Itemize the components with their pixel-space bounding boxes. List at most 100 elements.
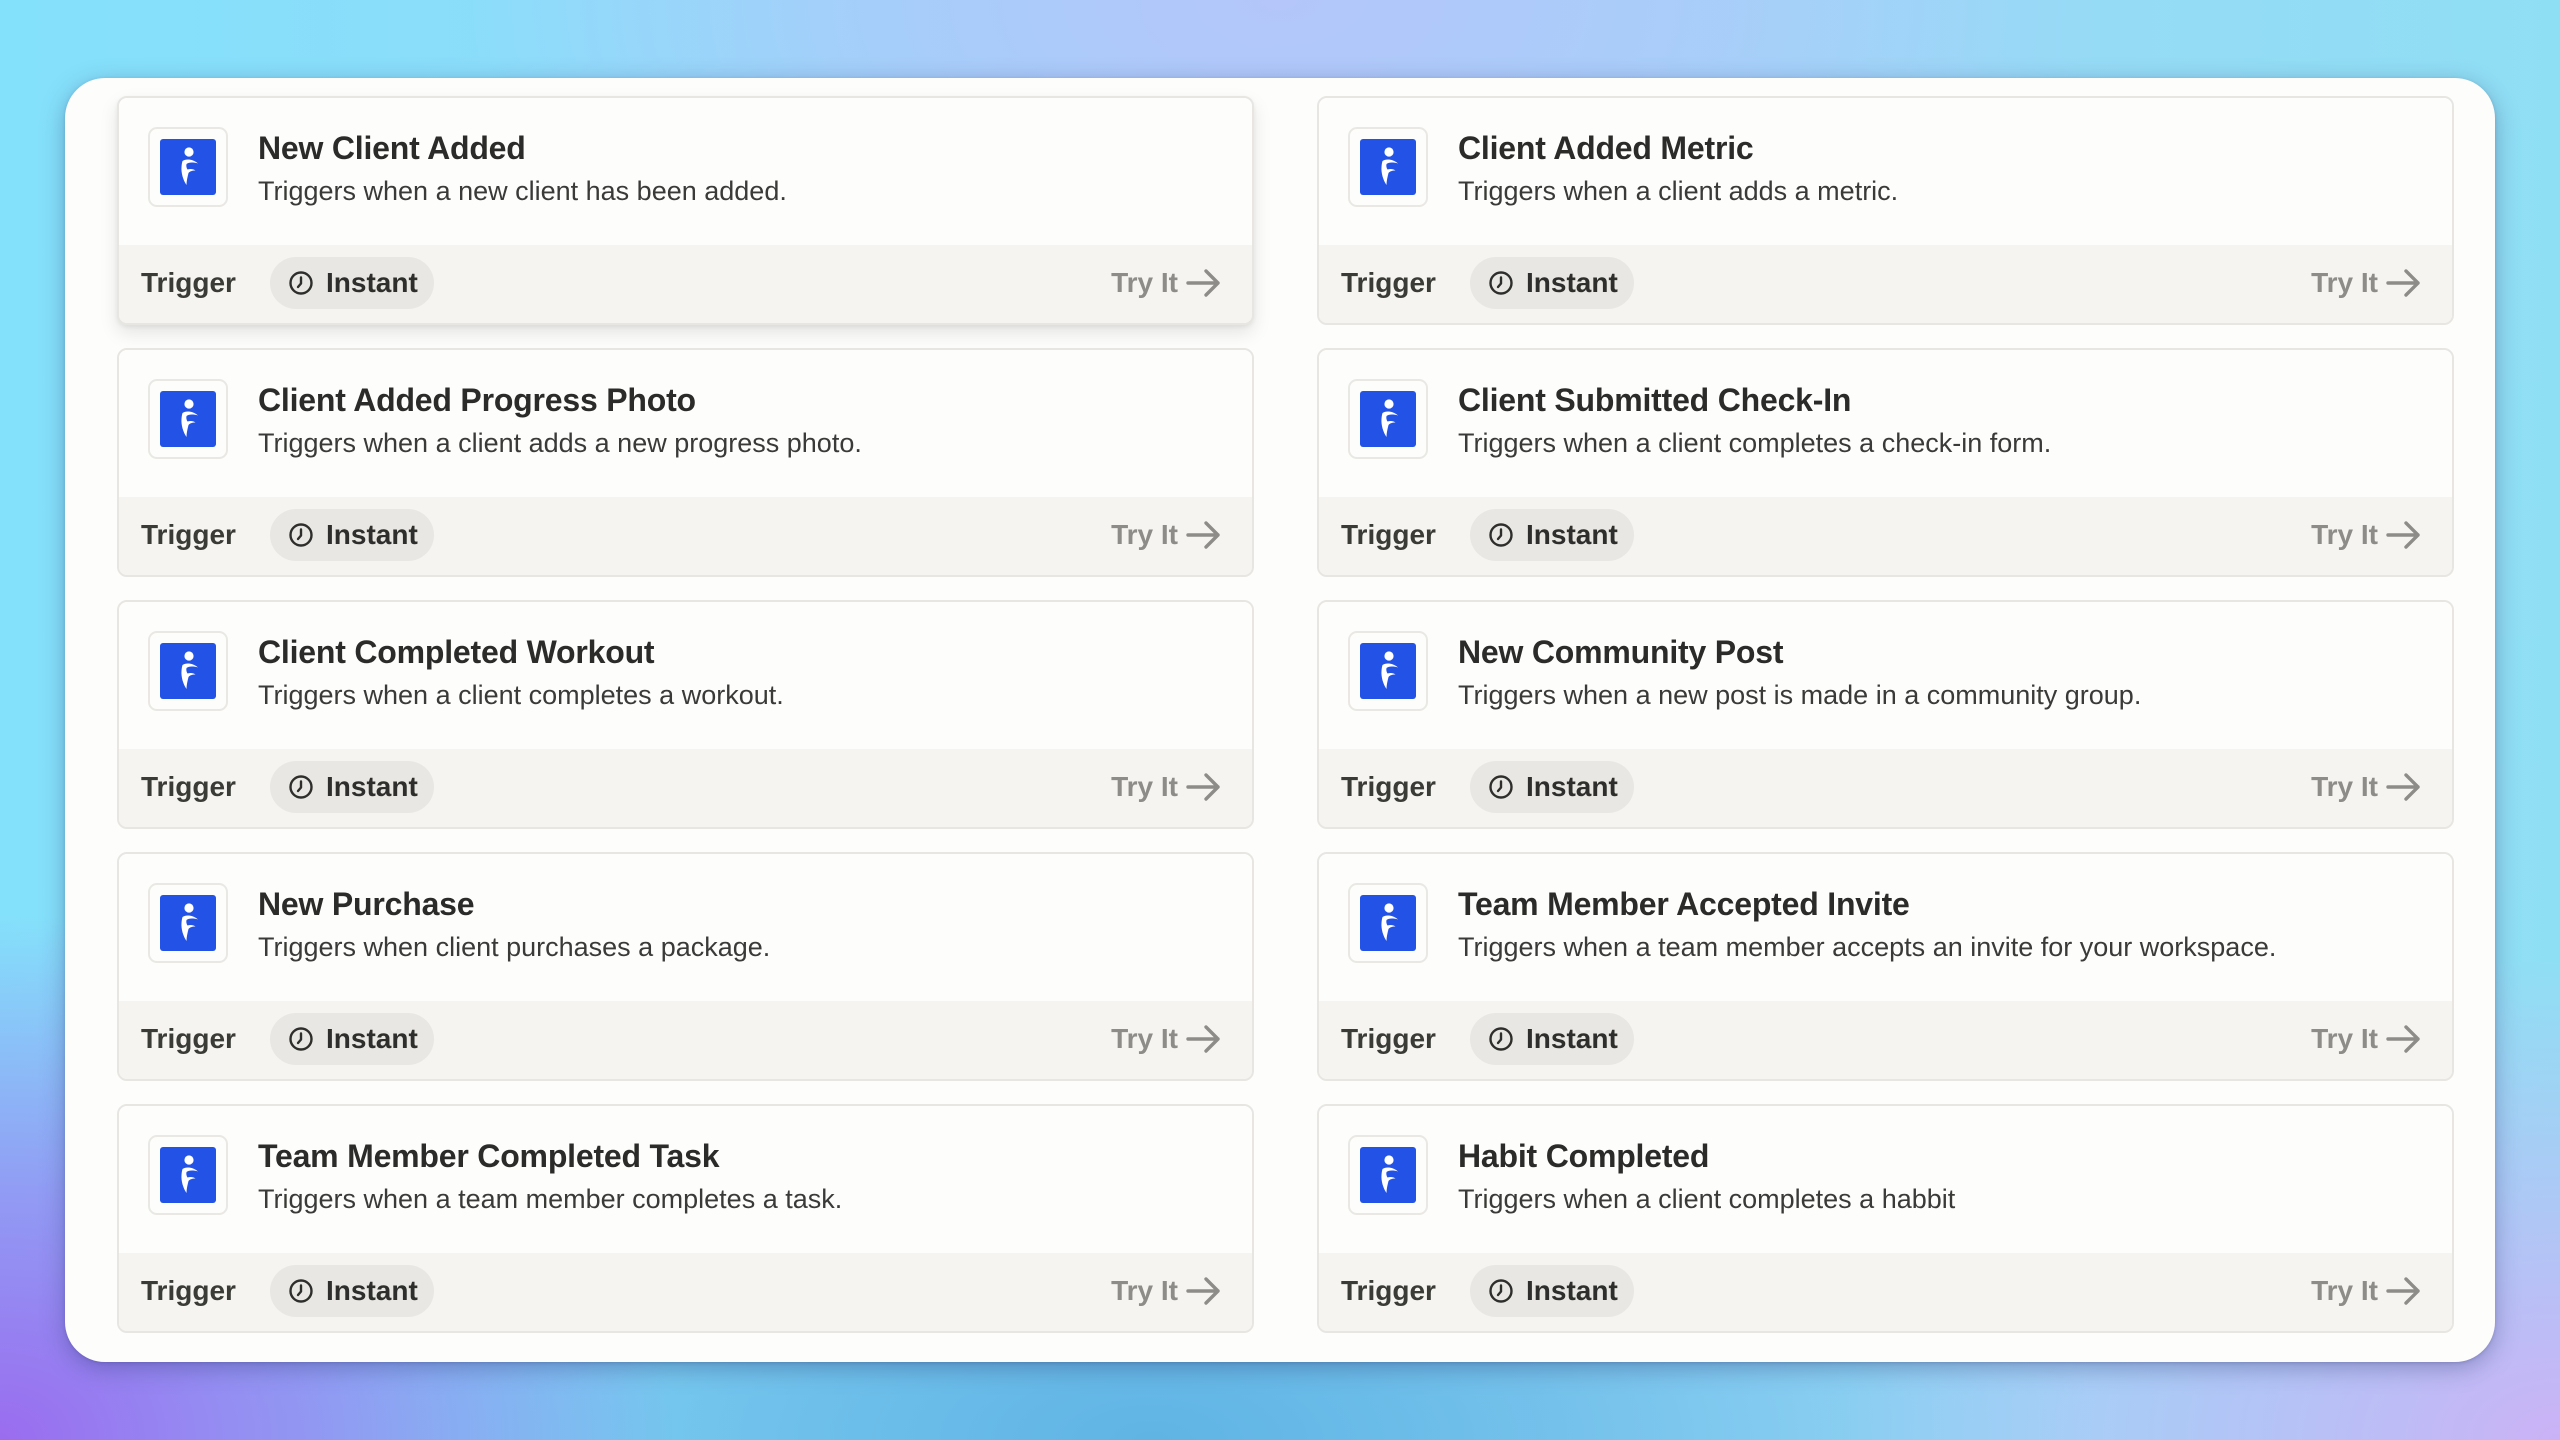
trigger-card[interactable]: New Community Post Triggers when a new p… [1317,600,2454,829]
trigger-card[interactable]: Client Added Metric Triggers when a clie… [1317,96,2454,325]
card-title: Team Member Completed Task [258,1138,720,1174]
type-label: Trigger [141,771,236,802]
clock-icon [289,523,313,547]
app-icon-frame [148,1135,228,1215]
fitness-app-logo-icon [1360,1147,1416,1203]
badge-label: Instant [1526,771,1618,802]
badge-label: Instant [326,1023,418,1054]
type-label: Trigger [1341,519,1436,550]
card-header: New Community Post Triggers when a new p… [1319,602,2452,751]
trigger-card[interactable]: Client Added Progress Photo Triggers whe… [117,348,1254,577]
fitness-app-logo-icon [1360,139,1416,195]
fitness-app-logo-icon [160,1147,216,1203]
try-it-button[interactable]: Try It [2311,1019,2422,1059]
instant-badge: Instant [270,509,434,561]
card-description: Triggers when a client adds a new progre… [258,428,862,458]
try-it-label: Try It [1111,519,1178,550]
trigger-card[interactable]: New Client Added Triggers when a new cli… [117,96,1254,325]
arrow-right-icon [1186,1277,1220,1305]
clock-icon [289,271,313,295]
instant-badge: Instant [1470,1265,1634,1317]
try-it-label: Try It [2311,1275,2378,1306]
arrow-right-icon [2386,269,2420,297]
card-title: Client Completed Workout [258,634,655,670]
arrow-right-icon [1186,773,1220,801]
try-it-label: Try It [2311,771,2378,802]
trigger-card[interactable]: Client Submitted Check-In Triggers when … [1317,348,2454,577]
card-footer: Trigger Instant Try It [1319,1001,2452,1079]
card-footer: Trigger Instant Try It [119,1001,1252,1079]
instant-badge: Instant [270,257,434,309]
app-icon-frame [1348,631,1428,711]
try-it-button[interactable]: Try It [1111,1019,1222,1059]
instant-badge: Instant [1470,1013,1634,1065]
card-header: Habit Completed Triggers when a client c… [1319,1106,2452,1255]
app-icon-frame [148,379,228,459]
trigger-card[interactable]: Habit Completed Triggers when a client c… [1317,1104,2454,1333]
card-header: Client Added Progress Photo Triggers whe… [119,350,1252,499]
instant-badge: Instant [1470,257,1634,309]
try-it-button[interactable]: Try It [2311,263,2422,303]
card-header: Client Completed Workout Triggers when a… [119,602,1252,751]
arrow-right-icon [1186,1025,1220,1053]
card-footer: Trigger Instant Try It [1319,1253,2452,1331]
card-title: Client Added Progress Photo [258,382,696,418]
card-description: Triggers when a team member completes a … [258,1184,843,1214]
card-description: Triggers when a client completes a worko… [258,680,784,710]
clock-icon [1489,271,1513,295]
clock-icon [1489,1279,1513,1303]
clock-icon [1489,775,1513,799]
trigger-card[interactable]: Team Member Accepted Invite Triggers whe… [1317,852,2454,1081]
instant-badge: Instant [1470,761,1634,813]
card-title: Client Added Metric [1458,130,1754,166]
try-it-button[interactable]: Try It [2311,767,2422,807]
instant-badge: Instant [1470,509,1634,561]
card-title: Team Member Accepted Invite [1458,886,1910,922]
triggers-panel: New Client Added Triggers when a new cli… [65,78,2495,1362]
fitness-app-logo-icon [160,391,216,447]
try-it-button[interactable]: Try It [1111,767,1222,807]
try-it-button[interactable]: Try It [2311,515,2422,555]
try-it-label: Try It [1111,771,1178,802]
type-label: Trigger [141,519,236,550]
try-it-button[interactable]: Try It [1111,1271,1222,1311]
clock-icon [289,1279,313,1303]
type-label: Trigger [1341,771,1436,802]
app-icon-frame [1348,127,1428,207]
badge-label: Instant [1526,1023,1618,1054]
card-description: Triggers when a new client has been adde… [258,176,787,206]
trigger-card[interactable]: New Purchase Triggers when client purcha… [117,852,1254,1081]
arrow-right-icon [2386,1277,2420,1305]
try-it-label: Try It [1111,1275,1178,1306]
try-it-button[interactable]: Try It [1111,515,1222,555]
type-label: Trigger [1341,267,1436,298]
card-header: Client Added Metric Triggers when a clie… [1319,98,2452,247]
badge-label: Instant [326,519,418,550]
card-header: Team Member Completed Task Triggers when… [119,1106,1252,1255]
card-footer: Trigger Instant Try It [1319,497,2452,575]
app-icon-frame [148,883,228,963]
card-footer: Trigger Instant Try It [119,245,1252,323]
badge-label: Instant [326,1275,418,1306]
card-header: Team Member Accepted Invite Triggers whe… [1319,854,2452,1003]
try-it-button[interactable]: Try It [1111,263,1222,303]
card-description: Triggers when a new post is made in a co… [1458,680,2142,710]
card-title: New Community Post [1458,634,1784,670]
card-description: Triggers when a client completes a check… [1458,428,2052,458]
badge-label: Instant [1526,519,1618,550]
card-footer: Trigger Instant Try It [119,1253,1252,1331]
arrow-right-icon [1186,269,1220,297]
trigger-card[interactable]: Client Completed Workout Triggers when a… [117,600,1254,829]
card-footer: Trigger Instant Try It [1319,749,2452,827]
card-footer: Trigger Instant Try It [1319,245,2452,323]
trigger-card[interactable]: Team Member Completed Task Triggers when… [117,1104,1254,1333]
badge-label: Instant [1526,1275,1618,1306]
type-label: Trigger [141,1023,236,1054]
arrow-right-icon [2386,1025,2420,1053]
try-it-button[interactable]: Try It [2311,1271,2422,1311]
fitness-app-logo-icon [1360,643,1416,699]
fitness-app-logo-icon [160,895,216,951]
card-footer: Trigger Instant Try It [119,497,1252,575]
clock-icon [1489,1027,1513,1051]
arrow-right-icon [1186,521,1220,549]
